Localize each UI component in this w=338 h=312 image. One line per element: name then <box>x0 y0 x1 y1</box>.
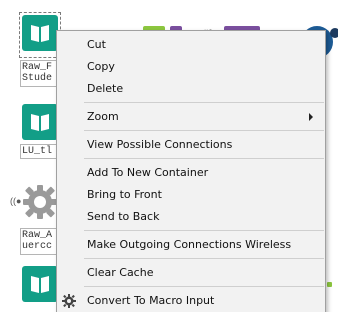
input-tool-2[interactable] <box>22 104 58 140</box>
menu-item-make-outgoing-connections-wireless[interactable]: Make Outgoing Connections Wireless <box>57 234 325 256</box>
menu-item-clear-cache[interactable]: Clear Cache <box>57 262 325 284</box>
input-anchor[interactable] <box>327 282 332 287</box>
menu-item-label: Clear Cache <box>87 266 154 279</box>
menu-separator <box>84 102 324 103</box>
menu-separator <box>84 130 324 131</box>
menu-item-label: Copy <box>87 60 115 73</box>
book-icon <box>31 276 49 293</box>
gear-icon[interactable] <box>22 184 58 220</box>
menu-item-label: Delete <box>87 82 124 95</box>
menu-separator <box>84 286 324 287</box>
menu-item-copy[interactable]: Copy <box>57 56 325 78</box>
menu-separator <box>84 258 324 259</box>
menu-item-label: Cut <box>87 38 106 51</box>
macro-input-gear-icon <box>62 294 76 308</box>
menu-item-label: Bring to Front <box>87 188 162 201</box>
menu-item-label: Add To New Container <box>87 166 209 179</box>
menu-item-label: Make Outgoing Connections Wireless <box>87 238 292 251</box>
menu-item-add-to-new-container[interactable]: Add To New Container <box>57 162 325 184</box>
tool-label-2: LU_tl <box>20 144 58 159</box>
book-icon <box>31 25 49 42</box>
menu-separator <box>84 230 324 231</box>
menu-item-label: Convert To Macro Input <box>87 294 215 307</box>
menu-item-label: View Possible Connections <box>87 138 233 151</box>
book-icon <box>31 114 49 131</box>
menu-item-convert-to-macro-input[interactable]: Convert To Macro Input <box>57 290 325 312</box>
menu-item-label: Zoom <box>87 110 119 123</box>
input-tool-1[interactable] <box>22 15 58 51</box>
tool-label-3: Raw_A uercc <box>20 228 58 255</box>
submenu-arrow-icon <box>309 113 313 121</box>
menu-item-cut[interactable]: Cut <box>57 34 325 56</box>
menu-separator <box>84 158 324 159</box>
tool-label-1: Raw_F Stude <box>20 60 58 87</box>
input-tool-4[interactable] <box>22 266 58 302</box>
menu-item-bring-to-front[interactable]: Bring to Front <box>57 184 325 206</box>
wireless-icon: ((● <box>10 196 22 206</box>
menu-item-label: Send to Back <box>87 210 160 223</box>
menu-item-zoom[interactable]: Zoom <box>57 106 325 128</box>
context-menu: Cut Copy Delete Zoom View Possible Conne… <box>56 30 326 312</box>
menu-item-delete[interactable]: Delete <box>57 78 325 100</box>
menu-item-send-to-back[interactable]: Send to Back <box>57 206 325 228</box>
menu-item-view-possible-connections[interactable]: View Possible Connections <box>57 134 325 156</box>
dark-tool-icon[interactable] <box>330 28 338 38</box>
